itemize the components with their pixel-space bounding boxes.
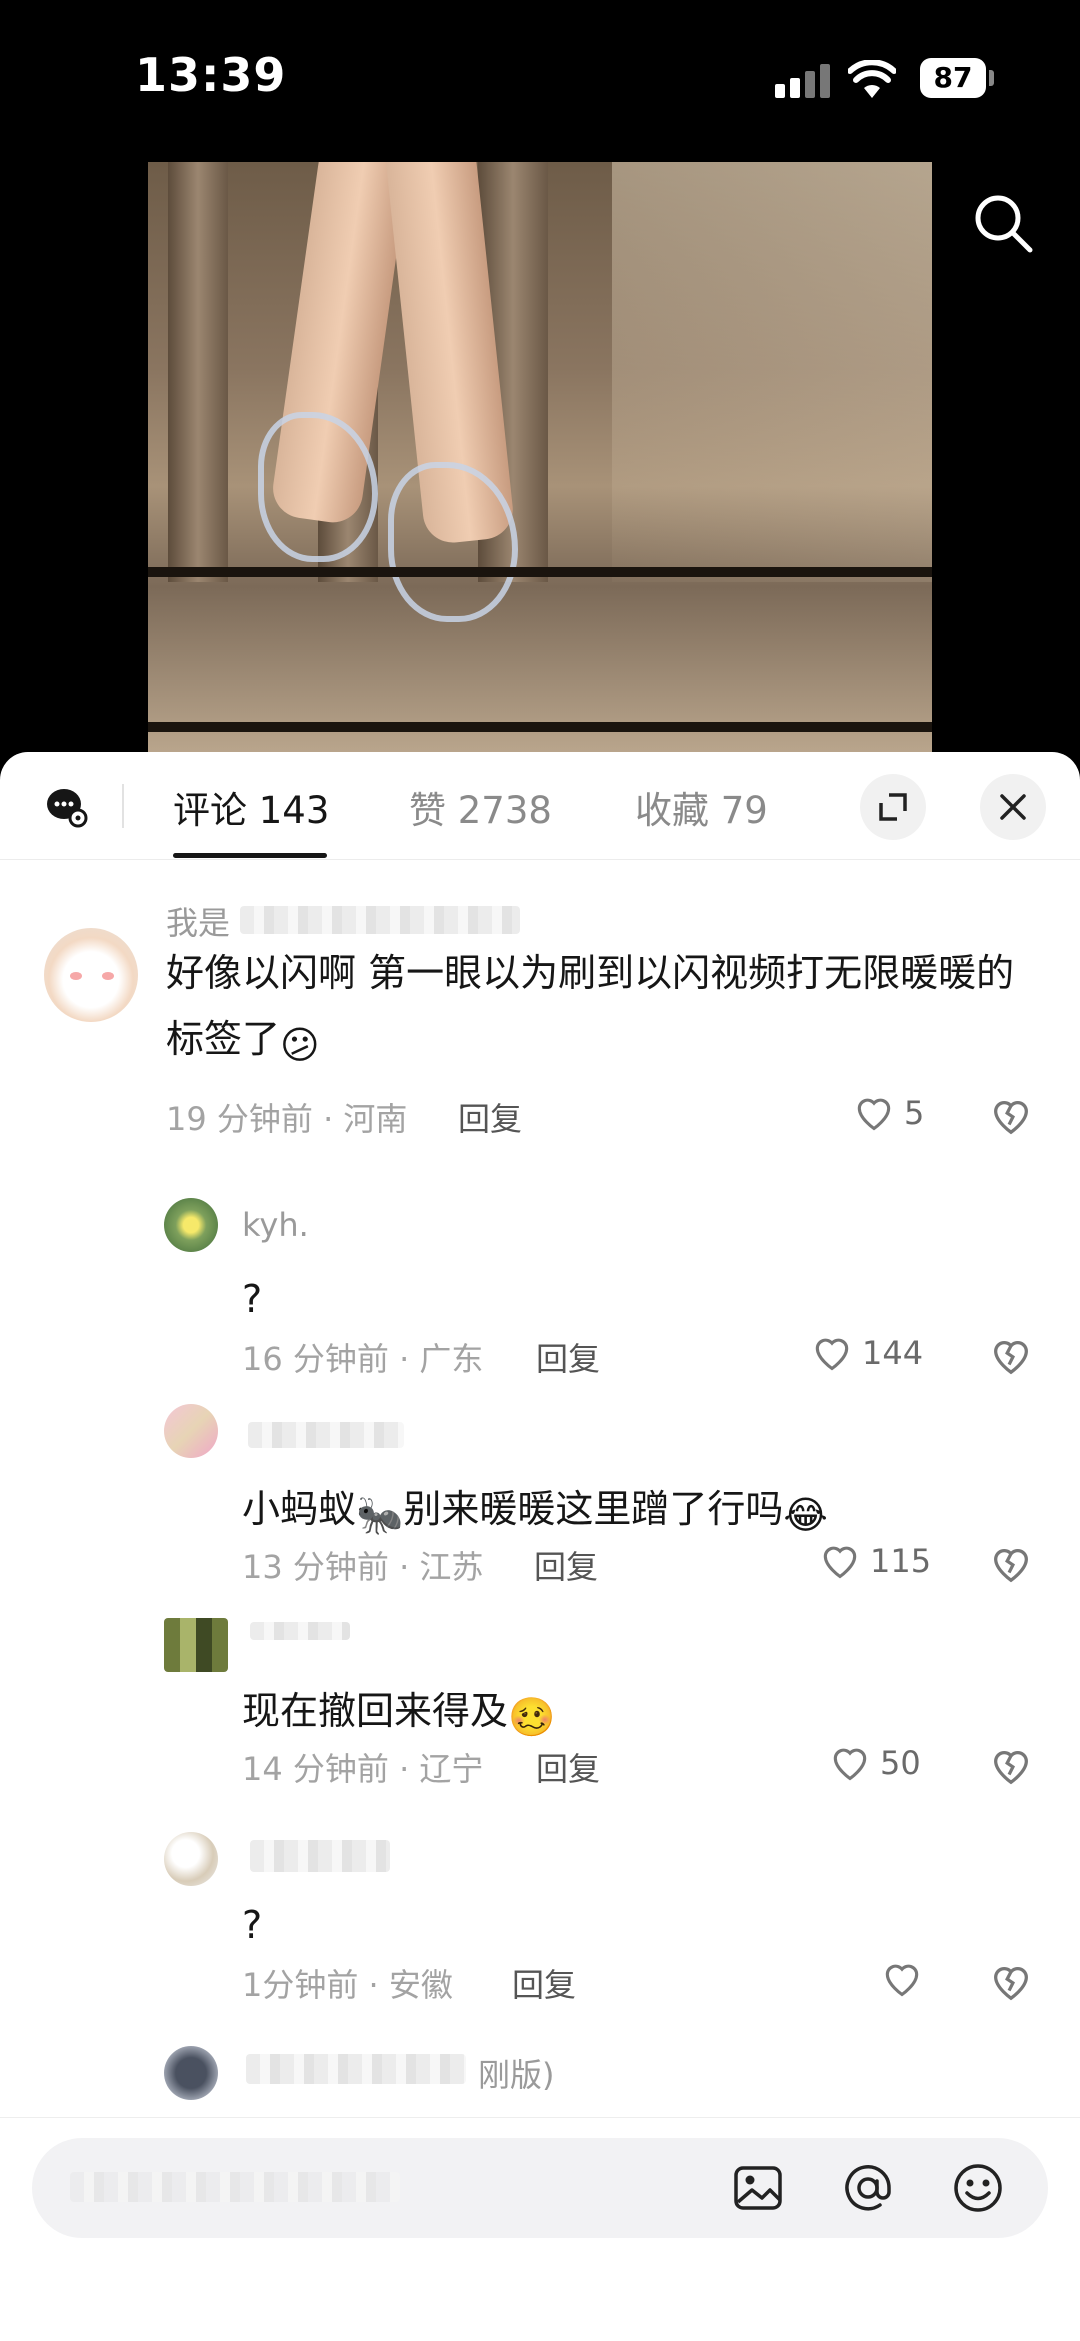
- comment-text: ?: [242, 1277, 263, 1321]
- image-icon[interactable]: [732, 2162, 784, 2214]
- reply-button[interactable]: 回复: [512, 1960, 576, 2006]
- close-icon: [1000, 794, 1026, 820]
- battery-tip: [989, 70, 994, 86]
- active-tab-indicator: [173, 853, 327, 858]
- avatar[interactable]: [44, 928, 138, 1022]
- comment-author[interactable]: kyh.: [242, 1206, 309, 1244]
- heart-icon: [815, 1338, 849, 1371]
- heart-icon: [823, 1546, 857, 1579]
- broken-heart-icon[interactable]: [988, 1958, 1034, 2004]
- comment-text: 好像以闪啊 第一眼以为刷到以闪视频打无限暖暖的标签了😕: [166, 951, 1015, 1067]
- battery-indicator: 87: [920, 58, 986, 98]
- broken-heart-icon[interactable]: [988, 1742, 1034, 1788]
- like-button[interactable]: 5: [852, 1090, 962, 1140]
- tab-favorites[interactable]: 收藏 79: [635, 780, 768, 834]
- like-button[interactable]: [880, 1956, 940, 2006]
- input-placeholder: [70, 2172, 400, 2202]
- comment-time-location: 1分钟前 · 安徽: [242, 1966, 453, 2004]
- heart-icon: [885, 1964, 919, 1997]
- redacted-name: [240, 906, 520, 934]
- expand-button[interactable]: [860, 774, 926, 840]
- comment-tabs: 评论 143 赞 2738 收藏 79: [0, 752, 1080, 860]
- comment-input[interactable]: [32, 2138, 1048, 2238]
- like-count: 5: [904, 1094, 925, 1132]
- tab-divider: [122, 784, 124, 828]
- comment-text: 现在撤回来得及🥴: [242, 1689, 556, 1739]
- status-time: 13:39: [135, 48, 287, 102]
- reply-item: 小蚂蚁🐜别来暖暖这里蹭了行吗😂 13 分钟前 · 江苏 回复 115: [0, 1370, 1080, 1586]
- comment-item: 我是 好像以闪啊 第一眼以为刷到以闪视频打无限暖暖的标签了😕 19 分钟前 · …: [0, 860, 1080, 1160]
- video-frame[interactable]: [148, 162, 932, 752]
- like-count: 50: [880, 1744, 921, 1782]
- reply-item: ? 1分钟前 · 安徽 回复: [0, 1794, 1080, 2006]
- tab-comments[interactable]: 评论 143: [173, 780, 329, 834]
- like-button[interactable]: 115: [818, 1538, 968, 1588]
- avatar[interactable]: [164, 1618, 228, 1672]
- avatar[interactable]: [164, 2046, 218, 2100]
- comment-text: 小蚂蚁🐜别来暖暖这里蹭了行吗😂: [242, 1487, 828, 1537]
- status-bar: 13:39 87: [0, 0, 1080, 150]
- broken-heart-icon[interactable]: [988, 1540, 1034, 1586]
- reply-button[interactable]: 回复: [458, 1094, 522, 1140]
- emoji-icon[interactable]: [952, 2162, 1004, 2214]
- reply-item: kyh. ? 16 分钟前 · 广东 回复 144: [0, 1160, 1080, 1378]
- broken-heart-icon[interactable]: [988, 1092, 1034, 1138]
- comment-input-bar: [0, 2117, 1080, 2341]
- cellular-signal-icon: [775, 62, 831, 98]
- redacted-name: [248, 1422, 404, 1448]
- avatar[interactable]: [164, 1404, 218, 1458]
- comment-time-location: 14 分钟前 · 辽宁: [242, 1750, 484, 1788]
- close-button[interactable]: [980, 774, 1046, 840]
- tab-likes[interactable]: 赞 2738: [409, 780, 552, 834]
- chat-settings-icon[interactable]: [46, 786, 88, 828]
- like-count: 144: [862, 1334, 924, 1372]
- reply-item: 刚版): [0, 2006, 1080, 2126]
- search-icon[interactable]: [970, 190, 1036, 256]
- redacted-name: [250, 1622, 350, 1640]
- comment-time-location: 19 分钟前 · 河南: [166, 1100, 408, 1138]
- avatar[interactable]: [164, 1832, 218, 1886]
- comment-author[interactable]: 我是: [166, 898, 230, 944]
- wifi-icon: [848, 60, 896, 98]
- comment-text: ?: [242, 1903, 263, 1947]
- like-count: 115: [870, 1542, 932, 1580]
- heart-icon: [857, 1098, 891, 1131]
- like-button[interactable]: 50: [828, 1740, 968, 1790]
- avatar[interactable]: [164, 1198, 218, 1252]
- comment-list[interactable]: 我是 好像以闪啊 第一眼以为刷到以闪视频打无限暖暖的标签了😕 19 分钟前 · …: [0, 860, 1080, 2150]
- redacted-name: [246, 2054, 466, 2084]
- expand-icon: [879, 793, 907, 821]
- mention-icon[interactable]: [842, 2162, 894, 2214]
- reply-item: 现在撤回来得及🥴 14 分钟前 · 辽宁 回复 50: [0, 1582, 1080, 1794]
- redacted-name: [250, 1840, 390, 1872]
- comment-author[interactable]: 刚版): [478, 2050, 555, 2096]
- comment-sheet: 评论 143 赞 2738 收藏 79 我是 好像以闪啊 第一眼以为刷到以闪视频…: [0, 752, 1080, 2341]
- heart-icon: [833, 1748, 867, 1781]
- reply-button[interactable]: 回复: [536, 1744, 600, 1790]
